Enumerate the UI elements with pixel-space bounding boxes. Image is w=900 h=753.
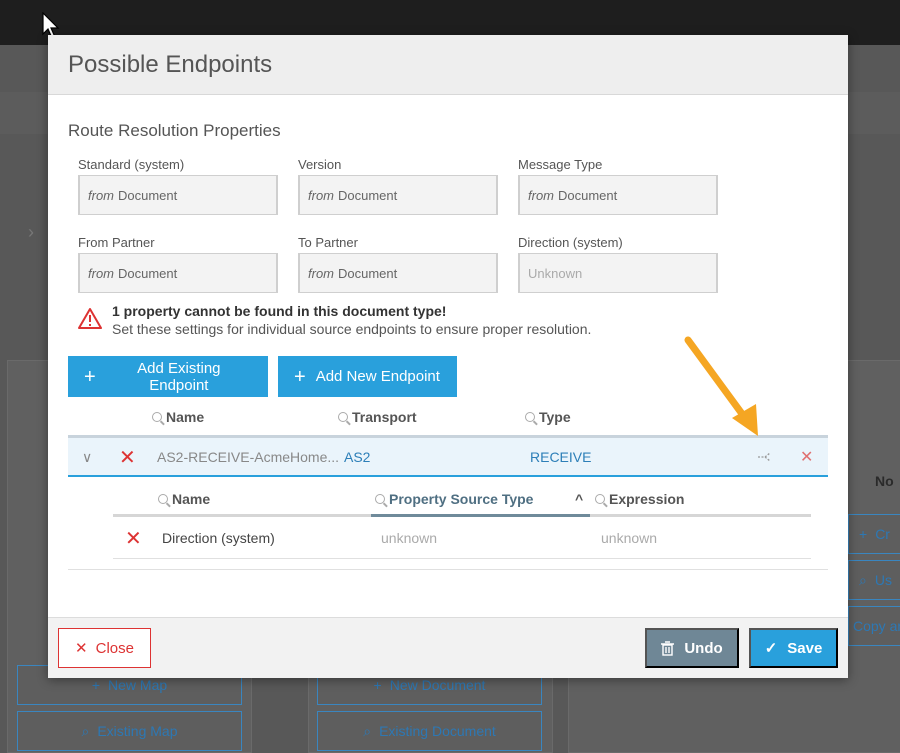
from-partner-input[interactable]: from Document (78, 253, 278, 293)
column-header-transport[interactable]: Transport (338, 409, 417, 425)
column-header-type[interactable]: Type (525, 409, 571, 425)
warning-icon (78, 308, 102, 329)
search-icon: ⌕ (859, 571, 867, 588)
divider (68, 569, 828, 570)
copy-button-partial[interactable]: Copy ar (848, 606, 900, 646)
property-source-type[interactable]: unknown (381, 519, 437, 557)
endpoint-transport[interactable]: AS2 (344, 438, 370, 476)
table-row[interactable]: ✕ Direction (system) unknown unknown (113, 519, 811, 559)
save-button[interactable]: ✓ Save (749, 628, 838, 668)
check-icon: ✓ (764, 640, 778, 657)
field-label: Standard (system) (78, 157, 185, 172)
existing-document-button[interactable]: ⌕ Existing Document (317, 711, 542, 751)
direction-input[interactable]: Unknown (518, 253, 718, 293)
version-field: Version from Document (298, 157, 498, 215)
sort-up-icon[interactable]: ^ (575, 491, 583, 507)
field-label: From Partner (78, 235, 155, 250)
add-existing-endpoint-button[interactable]: + Add Existing Endpoint (68, 356, 268, 397)
warning-body: Set these settings for individual source… (112, 321, 592, 337)
standard-field: Standard (system) from Document (78, 157, 278, 215)
modal-title: Possible Endpoints (68, 50, 273, 78)
message-type-input[interactable]: from Document (518, 175, 718, 215)
annotation-arrow-icon (684, 336, 758, 436)
search-icon[interactable] (152, 412, 162, 422)
search-icon: ⌕ (81, 722, 90, 739)
column-header-name[interactable]: Name (152, 409, 204, 425)
warning-title: 1 property cannot be found in this docum… (112, 303, 447, 319)
close-button[interactable]: ✕ Close (58, 628, 151, 668)
property-expression[interactable]: unknown (601, 519, 657, 557)
to-partner-field: To Partner from Document (298, 235, 498, 293)
properties-grid-header: Name Property Source Type ^ Expression (113, 481, 811, 517)
message-type-field: Message Type from Document (518, 157, 718, 215)
trash-icon (661, 640, 675, 656)
version-input[interactable]: from Document (298, 175, 498, 215)
section-title: Route Resolution Properties (68, 121, 281, 140)
direction-field: Direction (system) Unknown (518, 235, 718, 293)
use-button-partial[interactable]: ⌕ Us (848, 560, 900, 600)
search-icon[interactable] (375, 494, 385, 504)
field-label: Direction (system) (518, 235, 623, 250)
remove-property-icon[interactable]: ✕ (125, 519, 142, 557)
endpoint-type[interactable]: RECEIVE (530, 438, 591, 476)
from-partner-field: From Partner from Document (78, 235, 278, 293)
search-icon[interactable] (525, 412, 535, 422)
plus-icon: + (84, 365, 96, 388)
background-no-text: No (875, 473, 894, 489)
add-new-endpoint-button[interactable]: + Add New Endpoint (278, 356, 457, 397)
plus-icon: + (91, 677, 101, 693)
close-icon[interactable]: ✕ (800, 438, 813, 476)
plus-icon: + (294, 365, 306, 388)
search-icon[interactable] (338, 412, 348, 422)
existing-map-button[interactable]: ⌕ Existing Map (17, 711, 242, 751)
active-sort-indicator (371, 514, 590, 517)
endpoint-name[interactable]: AS2-RECEIVE-AcmeHome... (157, 438, 339, 476)
standard-input[interactable]: from Document (78, 175, 278, 215)
plus-icon: + (859, 526, 868, 542)
field-label: To Partner (298, 235, 358, 250)
column-header-property-source-type[interactable]: Property Source Type (375, 491, 533, 507)
warning-message: 1 property cannot be found in this docum… (78, 303, 591, 337)
column-header-name[interactable]: Name (158, 491, 210, 507)
plus-icon: + (373, 677, 382, 693)
search-icon[interactable] (158, 494, 168, 504)
modal-footer: ✕ Close Undo ✓ Save (48, 617, 848, 678)
modal-header: Possible Endpoints (48, 35, 848, 95)
field-label: Version (298, 157, 342, 172)
create-button-partial[interactable]: + Cr (848, 514, 900, 554)
chevron-right-icon: › (28, 222, 34, 242)
field-label: Message Type (518, 157, 603, 172)
to-partner-input[interactable]: from Document (298, 253, 498, 293)
remove-endpoint-icon[interactable]: ✕ (119, 438, 136, 476)
search-icon[interactable] (595, 494, 605, 504)
chevron-down-icon[interactable]: ∨ (82, 438, 92, 476)
close-icon: ✕ (75, 640, 88, 657)
column-header-expression[interactable]: Expression (595, 491, 684, 507)
search-icon: ⌕ (363, 722, 372, 739)
undo-button[interactable]: Undo (645, 628, 739, 668)
property-name: Direction (system) (162, 530, 275, 546)
